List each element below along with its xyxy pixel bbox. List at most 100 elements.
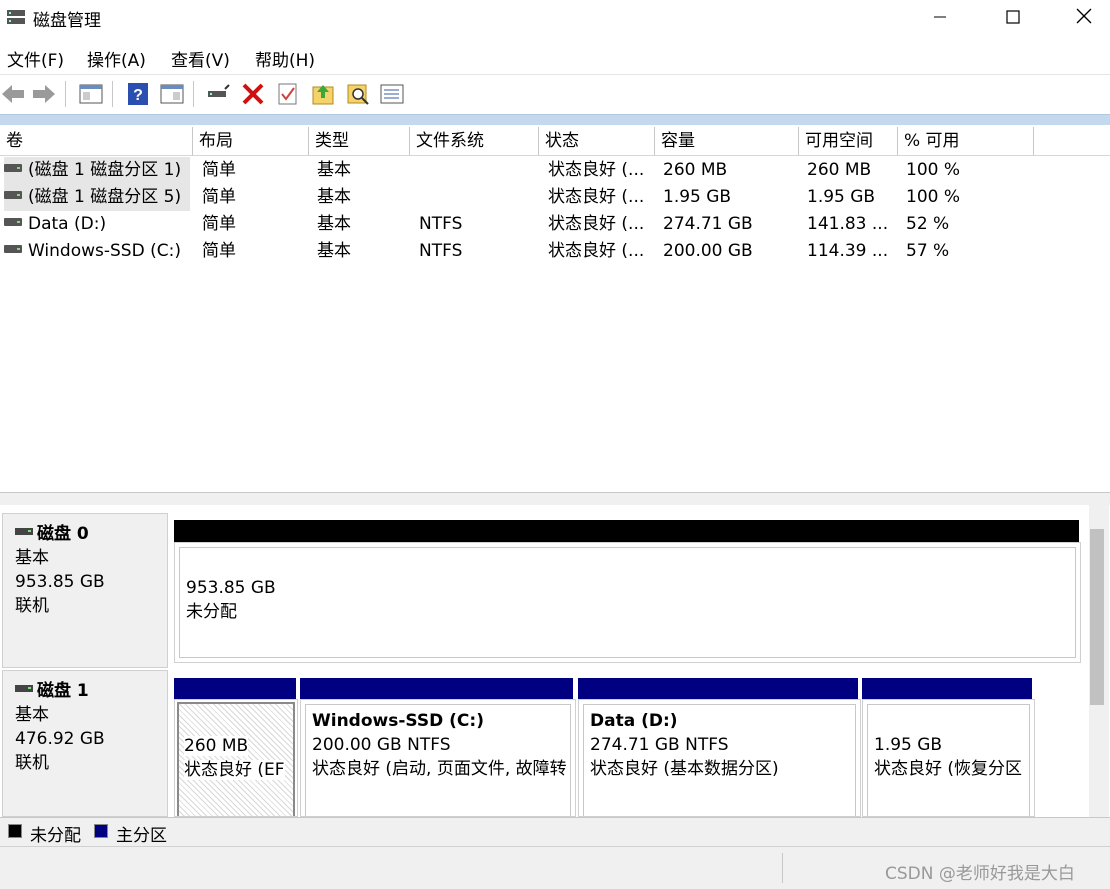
- cell-free-space: 260 MB: [807, 160, 872, 180]
- legend-primary-swatch: [94, 824, 108, 838]
- disk-1-label[interactable]: 磁盘 1 基本 476.92 GB 联机: [2, 670, 168, 817]
- cell-percent-free: 100 %: [906, 187, 961, 207]
- partition-d-bar: [578, 678, 858, 699]
- partition-d-status: 状态良好 (基本数据分区): [590, 759, 779, 779]
- disk-0-unallocated-partition[interactable]: 953.85 GB 未分配: [174, 542, 1081, 663]
- volume-name: (磁盘 1 磁盘分区 1): [28, 160, 182, 180]
- column-header-filesystem[interactable]: 文件系统: [410, 127, 539, 156]
- title-bar: 磁盘管理: [0, 0, 1110, 36]
- cell-filesystem: [419, 184, 539, 211]
- back-icon[interactable]: [0, 81, 26, 107]
- maximize-button[interactable]: [978, 0, 1048, 34]
- disk-0-label[interactable]: 磁盘 0 基本 953.85 GB 联机: [2, 513, 168, 668]
- disk-1-type: 基本: [15, 705, 49, 725]
- cell-status: 状态良好 (...: [548, 187, 645, 207]
- show-hide-icon[interactable]: [159, 81, 185, 107]
- partition-d-title: Data (D:): [590, 711, 678, 731]
- table-row[interactable]: (磁盘 1 磁盘分区 1) 简单 基本 状态良好 (... 260 MB 260 MB 10…: [0, 157, 1110, 184]
- partition-recovery-status: 状态良好 (恢复分区: [874, 759, 1023, 779]
- minimize-icon: [934, 16, 946, 18]
- delete-icon[interactable]: [240, 81, 266, 107]
- window-title: 磁盘管理: [33, 11, 101, 31]
- close-button[interactable]: [1049, 0, 1110, 34]
- cell-filesystem: NTFS: [419, 241, 463, 261]
- cell-volume: (磁盘 1 磁盘分区 1): [4, 157, 190, 184]
- partition-recovery[interactable]: 1.95 GB 状态良好 (恢复分区: [862, 699, 1035, 817]
- menu-action[interactable]: 操作(A): [87, 46, 146, 71]
- legend-unallocated-label: 未分配: [30, 826, 81, 846]
- column-header-layout[interactable]: 布局: [193, 127, 309, 156]
- cell-percent-free: 100 %: [906, 160, 961, 180]
- check-icon[interactable]: [275, 81, 301, 107]
- cell-layout: 简单: [202, 214, 236, 234]
- column-header-volume[interactable]: 卷: [0, 127, 193, 156]
- column-header-empty: [1034, 127, 1110, 156]
- cell-layout: 简单: [202, 160, 236, 180]
- menu-bar: 文件(F) 操作(A) 查看(V) 帮助(H): [0, 42, 1110, 72]
- scrollbar-thumb[interactable]: [1090, 529, 1104, 705]
- cell-type: 基本: [317, 160, 351, 180]
- menu-file[interactable]: 文件(F): [7, 46, 64, 71]
- cell-percent-free: 52 %: [906, 214, 950, 234]
- cell-free-space: 1.95 GB: [807, 187, 876, 207]
- disk-1-name: 磁盘 1: [37, 681, 89, 701]
- disk-view-scrollbar[interactable]: [1089, 505, 1109, 817]
- forward-icon[interactable]: [31, 81, 57, 107]
- svg-text:?: ?: [133, 87, 143, 104]
- partition-d-size: 274.71 GB NTFS: [590, 735, 729, 755]
- column-header-percent-free[interactable]: % 可用: [898, 127, 1034, 156]
- partition-c-status: 状态良好 (启动, 页面文件, 故障转: [312, 759, 567, 779]
- partition-efi-status: 状态良好 (EF: [184, 760, 285, 780]
- partition-c-bar: [300, 678, 573, 699]
- help-icon[interactable]: ?: [125, 81, 151, 107]
- cell-volume: Data (D:): [4, 211, 190, 238]
- partition-efi[interactable]: 260 MB 状态良好 (EF: [174, 699, 298, 817]
- menu-view[interactable]: 查看(V): [171, 46, 230, 71]
- disk-1-size: 476.92 GB: [15, 729, 105, 749]
- cell-layout: 简单: [202, 241, 236, 261]
- cell-capacity: 260 MB: [663, 160, 728, 180]
- pane-splitter[interactable]: [0, 492, 1110, 506]
- column-header-capacity[interactable]: 容量: [655, 127, 799, 156]
- table-row[interactable]: Windows-SSD (C:) 简单 基本 NTFS 状态良好 (... 200.00 …: [0, 238, 1110, 265]
- minimize-button[interactable]: [905, 0, 975, 34]
- volume-icon: [4, 245, 22, 253]
- close-icon: [1076, 8, 1092, 24]
- toolbar: ?: [0, 74, 1110, 115]
- disk-0-type: 基本: [15, 548, 49, 568]
- disk-0-partition-size: 953.85 GB: [186, 578, 276, 598]
- cell-free-space: 141.83 ...: [807, 214, 889, 234]
- disk-0-partition-status: 未分配: [186, 602, 237, 622]
- cell-volume: (磁盘 1 磁盘分区 5): [4, 184, 190, 211]
- cell-type: 基本: [317, 187, 351, 207]
- search-icon[interactable]: [345, 81, 371, 107]
- cell-status: 状态良好 (...: [548, 160, 645, 180]
- partition-c-size: 200.00 GB NTFS: [312, 735, 451, 755]
- cell-free-space: 114.39 ...: [807, 241, 889, 261]
- connect-disk-icon[interactable]: [205, 81, 231, 107]
- cell-capacity: 1.95 GB: [663, 187, 732, 207]
- volume-name: (磁盘 1 磁盘分区 5): [28, 187, 182, 207]
- export-icon[interactable]: [310, 81, 336, 107]
- partition-d[interactable]: Data (D:) 274.71 GB NTFS 状态良好 (基本数据分区): [578, 699, 861, 817]
- volume-icon: [4, 218, 22, 226]
- volume-list: 卷 布局 类型 文件系统 状态 容量 可用空间 % 可用 (磁盘 1 磁盘分区 …: [0, 125, 1110, 495]
- list-view-icon[interactable]: [379, 81, 405, 107]
- cell-filesystem: NTFS: [419, 214, 463, 234]
- column-header-free-space[interactable]: 可用空间: [799, 127, 898, 156]
- partition-recovery-size: 1.95 GB: [874, 735, 943, 755]
- disk-0-name: 磁盘 0: [37, 524, 89, 544]
- legend: 未分配 主分区: [0, 817, 1110, 846]
- disk-0-size: 953.85 GB: [15, 572, 105, 592]
- watermark-text: CSDN @老师好我是大白: [885, 864, 1075, 884]
- table-row[interactable]: (磁盘 1 磁盘分区 5) 简单 基本 状态良好 (... 1.95 GB 1.95 GB…: [0, 184, 1110, 211]
- column-header-status[interactable]: 状态: [539, 127, 655, 156]
- table-row[interactable]: Data (D:) 简单 基本 NTFS 状态良好 (... 274.71 GB 141.8…: [0, 211, 1110, 238]
- partition-c[interactable]: Windows-SSD (C:) 200.00 GB NTFS 状态良好 (启动…: [300, 699, 576, 817]
- cell-capacity: 274.71 GB: [663, 214, 753, 234]
- properties-panel-icon[interactable]: [78, 81, 104, 107]
- menu-help[interactable]: 帮助(H): [255, 46, 315, 71]
- column-header-type[interactable]: 类型: [309, 127, 410, 156]
- cell-capacity: 200.00 GB: [663, 241, 753, 261]
- maximize-icon: [1006, 10, 1020, 24]
